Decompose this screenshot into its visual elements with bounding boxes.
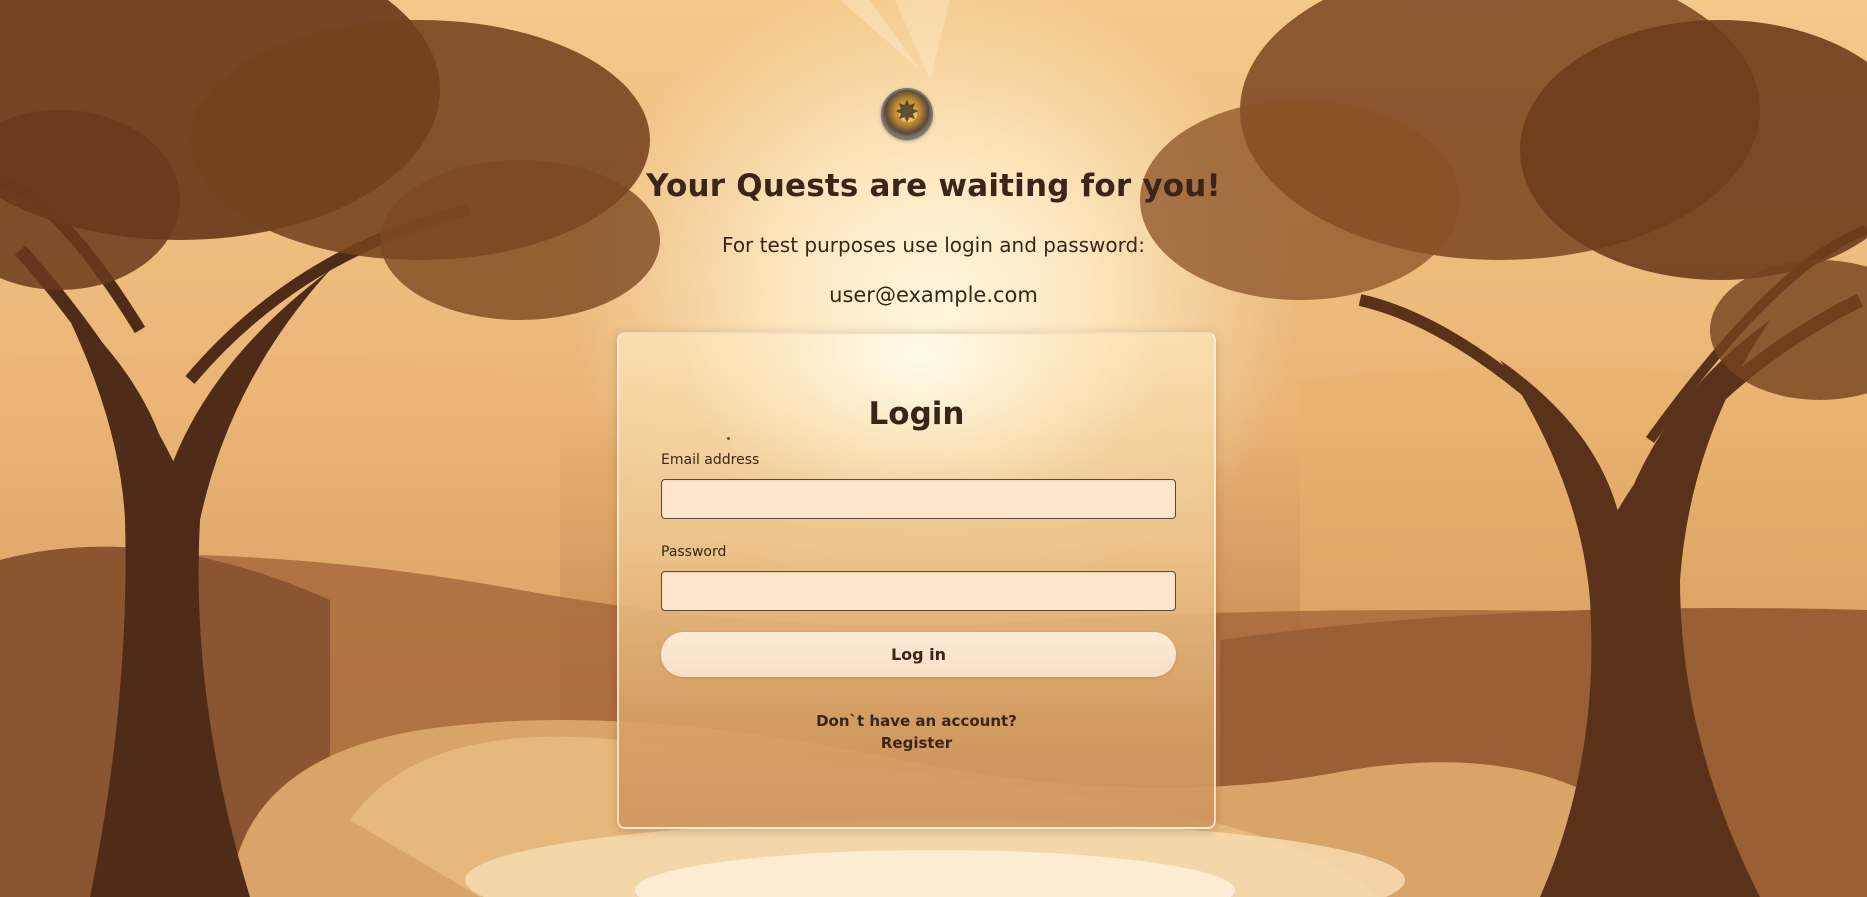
email-label: Email address: [661, 452, 760, 468]
password-field[interactable]: [661, 571, 1176, 611]
no-account-text: Don`t have an account?: [816, 712, 1017, 730]
email-field[interactable]: [661, 479, 1176, 519]
login-button[interactable]: Log in: [661, 632, 1176, 677]
star-icon: ✸: [894, 94, 920, 130]
password-label: Password: [661, 544, 727, 560]
page-headline: Your Quests are waiting for you!: [646, 168, 1221, 204]
test-hint-text: For test purposes use login and password…: [722, 233, 1145, 257]
register-link[interactable]: Register: [619, 734, 1214, 752]
compass-star-emblem-icon: ✸: [881, 88, 933, 140]
login-card: Login Email address Password Log in Don`…: [617, 332, 1216, 829]
decorative-dot: [727, 437, 730, 440]
login-title: Login: [868, 396, 965, 432]
test-credentials-text: user@example.com: [829, 283, 1038, 307]
